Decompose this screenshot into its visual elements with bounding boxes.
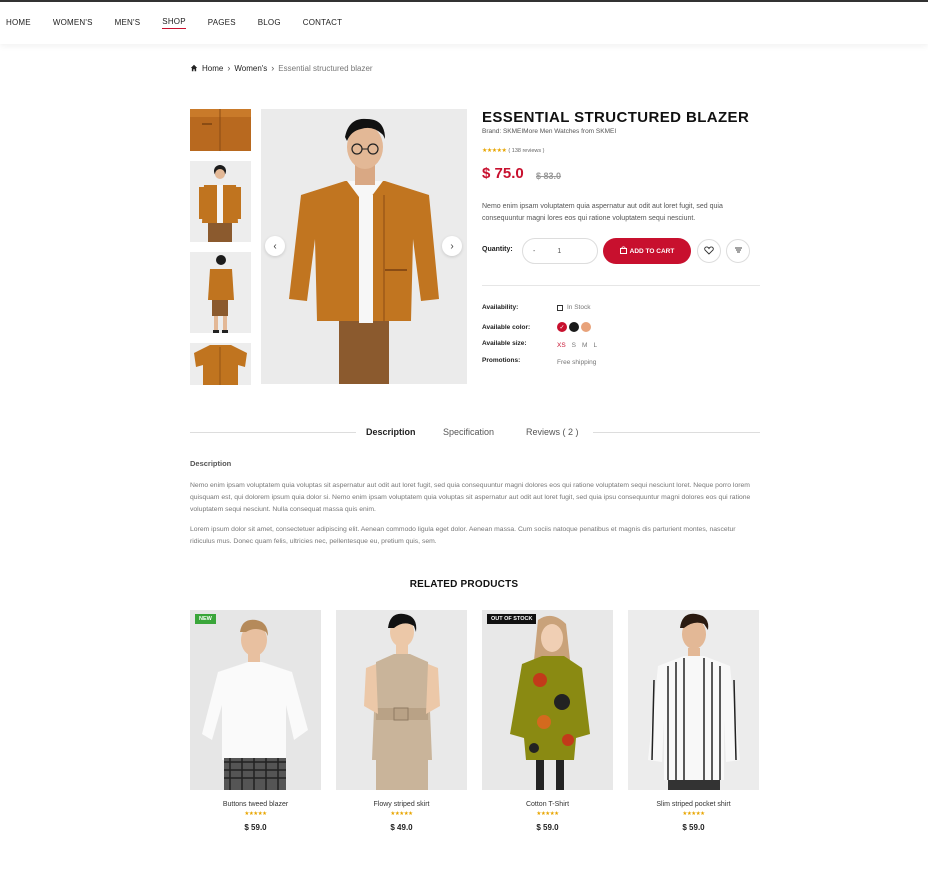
related-product-image-1[interactable] (190, 610, 321, 790)
product-rating: ★★★★★ ( 138 reviews ) (482, 147, 544, 155)
star-rating-icon: ★★★★★ (682, 811, 705, 817)
description-paragraph-1: Nemo enim ipsam voluptatem quia voluptas… (190, 482, 751, 513)
product-thumbnail-2[interactable] (190, 161, 251, 242)
chevron-left-icon: ‹ (273, 240, 277, 252)
nav-mens[interactable]: MEN'S (115, 18, 141, 29)
star-rating-icon: ★★★★★ (536, 811, 559, 817)
breadcrumb-category[interactable]: Women's (234, 64, 267, 73)
size-xs[interactable]: XS (557, 342, 566, 349)
quantity-label: Quantity: (482, 246, 513, 253)
related-product-name-1[interactable]: Buttons tweed blazer (190, 801, 321, 808)
size-m[interactable]: M (582, 342, 587, 349)
compare-button[interactable] (726, 239, 750, 263)
related-product-image-4[interactable] (628, 610, 759, 790)
color-options: ✓ (557, 322, 591, 332)
add-to-cart-label: ADD TO CART (629, 247, 675, 255)
related-product-price-1: $ 59.0 (244, 823, 267, 832)
shopping-bag-icon (619, 246, 627, 256)
product-thumbnail-3[interactable] (190, 252, 251, 333)
related-product-price-2: $ 49.0 (390, 823, 413, 832)
related-product-name-3[interactable]: Cotton T-Shirt (482, 801, 613, 808)
star-rating-icon: ★★★★★ (390, 811, 413, 817)
availability-label: Availability: (482, 304, 519, 311)
nav-womens[interactable]: WOMEN'S (53, 18, 93, 29)
size-options: XS S M L (557, 342, 603, 349)
description-heading: Description (190, 459, 232, 468)
info-divider (482, 285, 760, 286)
tab-specification[interactable]: Specification (443, 427, 494, 437)
tabs-line-left (190, 432, 356, 433)
color-swatch-peach[interactable] (581, 322, 591, 332)
description-paragraph-2: Lorem ipsum dolor sit amet, consectetuer… (190, 526, 736, 545)
compare-icon (734, 246, 743, 256)
breadcrumb-current: Essential structured blazer (278, 63, 373, 73)
related-product-image-2[interactable] (336, 610, 467, 790)
nav-blog[interactable]: BLOG (258, 18, 281, 29)
related-product-price-3: $ 59.0 (536, 823, 559, 832)
chevron-right-icon: › (450, 240, 454, 252)
color-label: Available color: (482, 324, 531, 331)
chevron-right-icon: › (227, 63, 231, 73)
product-thumbnail-4[interactable] (190, 343, 251, 385)
related-product-name-4[interactable]: Slim striped pocket shirt (628, 801, 759, 808)
breadcrumb-home[interactable]: Home (202, 64, 223, 73)
product-main-image (261, 109, 467, 384)
wishlist-button[interactable] (697, 239, 721, 263)
chevron-right-icon: › (271, 63, 275, 73)
review-count[interactable]: ( 138 reviews ) (508, 148, 544, 154)
quantity-value[interactable]: 1 (557, 248, 561, 255)
nav-shop[interactable]: SHOP (162, 17, 186, 29)
product-brand: Brand: SKMEIMore Men Watches from SKMEI (482, 128, 617, 135)
tab-reviews[interactable]: Reviews ( 2 ) (526, 427, 579, 437)
product-title: ESSENTIAL STRUCTURED BLAZER (482, 109, 750, 126)
size-l[interactable]: L (593, 342, 597, 349)
tabs-line-right (593, 432, 760, 433)
related-product-price-4: $ 59.0 (682, 823, 705, 832)
product-price: $ 75.0 (482, 165, 524, 182)
product-thumbnail-1[interactable] (190, 109, 251, 151)
promotions-label: Promotions: (482, 357, 521, 364)
next-image-button[interactable]: › (442, 236, 462, 256)
related-product-name-2[interactable]: Flowy striped skirt (336, 801, 467, 808)
breadcrumb: Home › Women's › Essential structured bl… (190, 63, 373, 73)
nav-pages[interactable]: PAGES (208, 18, 236, 29)
product-short-description: Nemo enim ipsam voluptatem quia aspernat… (482, 203, 723, 222)
tab-description[interactable]: Description (366, 427, 416, 437)
availability-value: In Stock (557, 304, 590, 311)
size-s[interactable]: S (572, 342, 576, 349)
color-swatch-red[interactable]: ✓ (557, 322, 567, 332)
heart-icon (704, 245, 714, 257)
size-label: Available size: (482, 340, 527, 347)
product-old-price: $ 83.0 (536, 171, 562, 181)
promotions-value: Free shipping (557, 359, 597, 366)
main-nav: HOME WOMEN'S MEN'S SHOP PAGES BLOG CONTA… (0, 2, 928, 44)
nav-home[interactable]: HOME (6, 18, 31, 29)
checkbox-icon (557, 304, 563, 311)
quantity-minus[interactable]: - (533, 248, 535, 255)
star-rating-icon: ★★★★★ (244, 811, 267, 817)
color-swatch-black[interactable] (569, 322, 579, 332)
availability-text: In Stock (567, 304, 591, 311)
related-product-image-3[interactable] (482, 610, 613, 790)
nav-contact[interactable]: CONTACT (303, 18, 342, 29)
out-of-stock-badge: OUT OF STOCK (487, 614, 537, 624)
add-to-cart-button[interactable]: ADD TO CART (603, 238, 691, 264)
home-icon (190, 64, 198, 72)
related-products-title: RELATED PRODUCTS (409, 579, 519, 590)
new-badge: NEW (195, 614, 216, 624)
quantity-stepper[interactable]: - 1 (522, 238, 598, 264)
prev-image-button[interactable]: ‹ (265, 236, 285, 256)
star-rating-icon: ★★★★★ (482, 148, 507, 154)
